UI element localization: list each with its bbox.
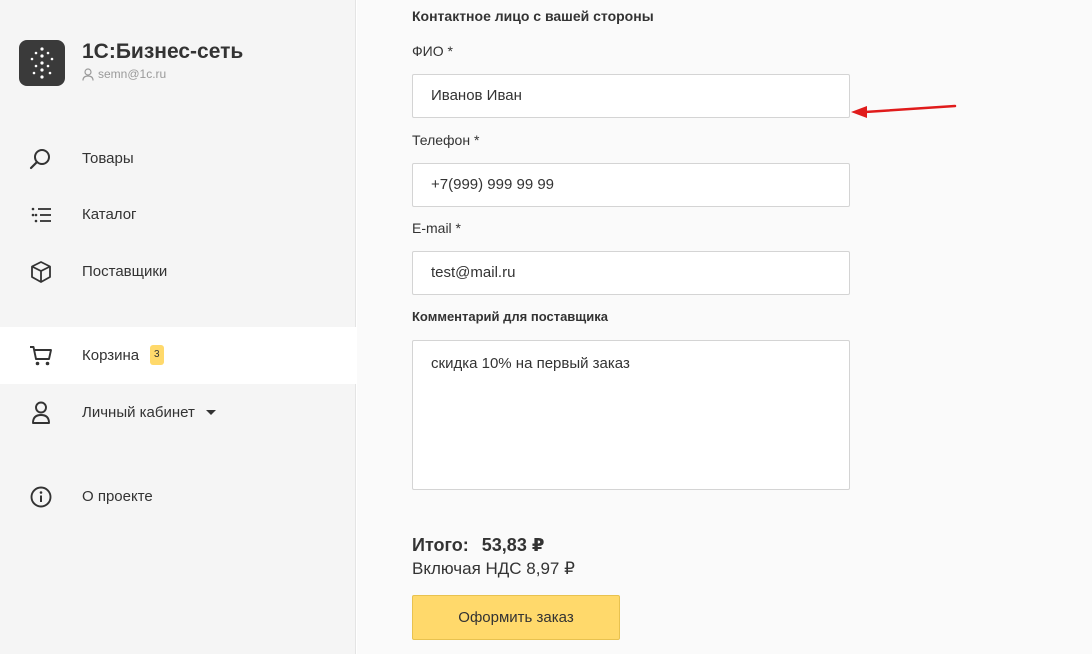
email-field[interactable]: test@mail.ru bbox=[412, 251, 850, 295]
cart-count-badge: 3 bbox=[150, 345, 164, 365]
sidebar-item-label: Товары bbox=[82, 150, 134, 167]
sidebar-item-label: Корзина bbox=[82, 347, 140, 364]
box-icon bbox=[28, 259, 54, 285]
sidebar-item-label: Каталог bbox=[82, 206, 137, 223]
list-icon bbox=[28, 202, 54, 228]
user-info: semn@1c.ru bbox=[82, 67, 166, 81]
sidebar-item-label: Поставщики bbox=[82, 263, 168, 280]
name-label: ФИО * bbox=[412, 43, 453, 59]
name-field[interactable]: Иванов Иван bbox=[412, 74, 850, 118]
sidebar-item-label: О проекте bbox=[82, 488, 153, 505]
phone-label: Телефон * bbox=[412, 132, 480, 148]
vat-text: Включая НДС 8,97 ₽ bbox=[412, 559, 575, 578]
sidebar: 1С:Бизнес-сеть semn@1c.ru Товары Каталог… bbox=[0, 0, 356, 654]
logo-icon bbox=[30, 47, 54, 79]
info-icon bbox=[28, 484, 54, 510]
sidebar-item-about[interactable]: О проекте bbox=[0, 468, 356, 525]
sidebar-item-label: Личный кабинет bbox=[82, 404, 195, 421]
app-title: 1С:Бизнес-сеть bbox=[82, 40, 244, 63]
sidebar-item-cart[interactable]: Корзина 3 bbox=[0, 327, 356, 384]
place-order-button[interactable]: Оформить заказ bbox=[412, 595, 620, 640]
total-label: Итого: bbox=[412, 535, 469, 555]
user-small-icon bbox=[82, 67, 94, 81]
sidebar-item-account[interactable]: Личный кабинет bbox=[0, 384, 356, 441]
total-row: Итого: 53,83 ₽ bbox=[412, 535, 544, 556]
user-email: semn@1c.ru bbox=[98, 67, 167, 81]
comment-field[interactable]: скидка 10% на первый заказ bbox=[412, 340, 850, 490]
search-icon bbox=[28, 146, 54, 172]
phone-field[interactable]: +7(999) 999 99 99 bbox=[412, 163, 850, 207]
annotation-arrow-icon bbox=[851, 104, 957, 118]
comment-label: Комментарий для поставщика bbox=[412, 309, 608, 324]
total-value: 53,83 ₽ bbox=[481, 535, 545, 555]
app-logo[interactable] bbox=[19, 40, 65, 86]
sidebar-item-catalog[interactable]: Каталог bbox=[0, 186, 356, 243]
email-label: E-mail * bbox=[412, 220, 462, 236]
section-title: Контактное лицо с вашей стороны bbox=[412, 8, 654, 24]
place-order-button-label: Оформить заказ bbox=[458, 609, 574, 626]
cart-icon bbox=[28, 343, 54, 369]
chevron-down-icon[interactable] bbox=[206, 410, 216, 415]
main-content: Контактное лицо с вашей стороны ФИО * Ив… bbox=[357, 0, 1092, 654]
sidebar-item-products[interactable]: Товары bbox=[0, 130, 356, 187]
user-icon bbox=[28, 400, 54, 426]
sidebar-item-suppliers[interactable]: Поставщики bbox=[0, 243, 356, 300]
